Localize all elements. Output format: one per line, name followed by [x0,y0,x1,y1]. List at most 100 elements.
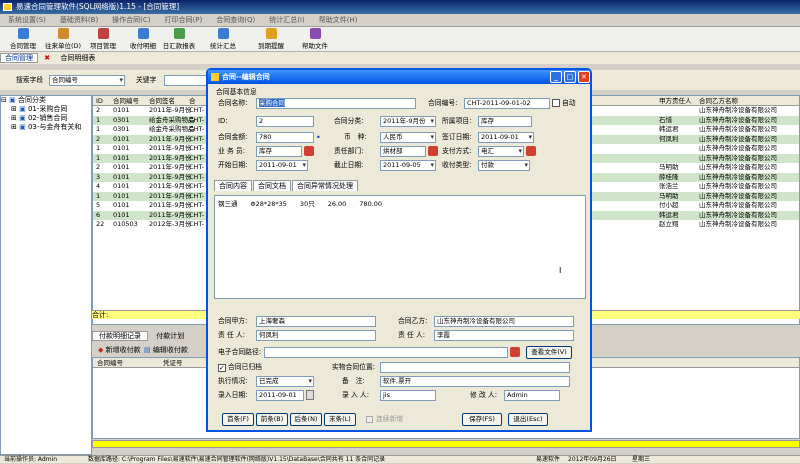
amount-input[interactable]: 780 [256,132,314,143]
dept-lookup-icon[interactable] [428,146,438,156]
project-value: 库存 [481,117,494,125]
last-record-button[interactable]: 末条(L) [324,413,356,426]
dialog-titlebar[interactable]: 合同--编辑合同 _ □ ✕ [208,70,590,84]
toolbar-label: 往来单位(D) [44,42,82,50]
project-input[interactable]: 库存 [478,116,532,127]
table-cell: 山东神舟制冷设备有限公司 [699,115,777,124]
view-file-button[interactable]: 查看文件(V) [526,346,572,359]
contract-content-memo[interactable]: 钢三通 Φ28*28*35 30只 26.00 780.00 Ⅰ [214,195,586,299]
note-input[interactable]: 软件,票开 [380,376,570,387]
currency-select[interactable]: 人民币 [380,132,436,143]
tree-root[interactable]: ⊟ ▣ 合同分类 [1,96,91,105]
minus-icon[interactable]: ⊟ [1,96,7,104]
menu-item[interactable]: 打印合同(P) [165,16,203,24]
add-payment-button[interactable]: ◆ 新增收付款 [98,345,141,355]
payment-lookup-icon[interactable] [526,146,536,156]
payment-method-select[interactable]: 电汇 [478,146,524,157]
table-cell: 山东神舟制冷设备有限公司 [699,201,777,209]
menu-item[interactable]: 基础资料(B) [60,16,98,24]
tab-contract-docs[interactable]: 合同文档 [253,180,291,191]
tab-payment-plan[interactable]: 付款计划 [150,332,190,340]
close-icon[interactable]: ✖ [40,54,54,62]
maximize-icon[interactable]: □ [564,71,576,83]
exec-status-select[interactable]: 已完成 [256,376,314,387]
menu-item[interactable]: 统计汇总(I) [269,16,305,24]
menu-item[interactable]: 系统设置(S) [8,16,46,24]
toolbar-button[interactable]: 统计汇总 [204,28,242,51]
continuous-add-checkbox[interactable] [366,416,373,423]
e-path-label: 电子合同路径: [218,348,262,356]
main-toolbar: 合同管理 往来单位(D) 项目管理 收付明细 日汇款报表 统计汇总 到期提醒 帮助文件 [0,27,800,52]
end-date-picker[interactable]: 2011-09-05 [380,160,436,171]
entry-date-input[interactable]: 2011-09-01 [256,390,304,401]
menu-item[interactable]: 合同查询(Q) [216,16,255,24]
toolbar-button[interactable]: 日汇款报表 [160,28,198,51]
owner-a-input[interactable]: 何凤利 [256,330,376,341]
col-contract-sign[interactable]: 合同签名 [149,96,175,106]
table-cell: 石惜 [659,115,672,124]
minimize-icon[interactable]: _ [550,71,562,83]
party-b-input[interactable]: 山东神舟制冷设备有限公司 [434,316,574,327]
entry-user-input[interactable]: jis [380,390,436,401]
col-party-a-owner[interactable]: 甲方责任人 [659,96,692,106]
receive-type-select[interactable]: 付款 [478,160,530,171]
party-a-input[interactable]: 上海奢森 [256,316,376,327]
keyword-input[interactable] [164,75,208,86]
edit-contract-dialog: 合同--编辑合同 _ □ ✕ 合同基本信息 合同名称: 采购合同 合同编号: C… [206,68,592,432]
col-more[interactable]: 合 [189,96,196,106]
toolbar-button[interactable]: 项目管理 [84,28,122,51]
toolbar-button[interactable]: 到期提醒 [252,28,290,51]
add-icon: ◆ [98,346,104,354]
menu-item[interactable]: 操作合同(C) [112,16,150,24]
start-date-picker[interactable]: 2011-09-01 [256,160,308,171]
staff-lookup-icon[interactable] [304,146,314,156]
tab-contract-exceptions[interactable]: 合同异常情况处理 [292,180,358,191]
category-select[interactable]: 2011年-9月份 [380,116,436,127]
tab-payment-records[interactable]: 付款明细记录 [92,331,148,341]
col-id[interactable]: ID [96,96,103,106]
tree-root-label: 合同分类 [17,96,46,104]
toolbar-button[interactable]: 帮助文件 [296,28,334,51]
tree-item[interactable]: ⊞ ▣ 01-采购合同 [1,105,91,114]
tab-contract-management[interactable]: 合同管理 [0,53,38,63]
edit-payment-button[interactable]: ▤ 编辑收付款 [144,345,188,355]
toolbar-button[interactable]: 合同管理 [4,28,42,51]
sign-date-picker[interactable]: 2011-09-01 [478,132,534,143]
id-input[interactable]: 2 [256,116,314,127]
tab-contract-detail[interactable]: 合同明细表 [56,54,99,62]
archived-checkbox[interactable]: ✓ [218,364,226,372]
table-cell: 马明助 [659,163,679,171]
first-record-button[interactable]: 首条(F) [222,413,254,426]
contract-no-input[interactable]: CHT-2011-09-01-02 [464,98,550,109]
calendar-icon[interactable] [306,390,314,400]
auto-checkbox[interactable] [552,99,560,107]
dept-input[interactable]: 烘材部 [380,146,426,157]
contract-name-input[interactable]: 采购合同 [256,98,416,109]
save-button[interactable]: 保存(FS) [462,413,502,426]
close-icon[interactable]: ✕ [578,71,590,83]
toolbar-button[interactable]: 往来单位(D) [44,28,82,51]
col-party-b-name[interactable]: 合同乙方名称 [699,96,738,106]
table-cell: 给金舟采购物品 [149,115,195,124]
tab-contract-content[interactable]: 合同内容 [214,180,252,191]
location-input[interactable] [380,362,570,373]
staff-input[interactable]: 库存 [256,146,302,157]
amount-value: 780 [259,133,272,141]
exit-button[interactable]: 退出(Esc) [508,413,548,426]
tree-item[interactable]: ⊞ ▣ 03-与金舟有关和 [1,123,91,132]
menu-item[interactable]: 帮助文件(H) [319,16,358,24]
e-path-input[interactable] [264,347,508,358]
owner-b-input[interactable]: 李霞 [434,330,574,341]
tree-item[interactable]: ⊞ ▣ 02-销售合同 [1,114,91,123]
toolbar-button[interactable]: 收付明细 [124,28,162,51]
browse-icon[interactable] [510,347,520,357]
prev-record-button[interactable]: 前条(B) [256,413,288,426]
folder-icon: ▣ [19,105,26,113]
col-contract-no[interactable]: 合同编号 [113,96,139,106]
search-field-select[interactable]: 合同编号 [49,75,125,86]
next-record-button[interactable]: 后条(N) [290,413,322,426]
col-voucher-no[interactable]: 凭证号 [163,358,183,368]
col-payment-contract-no[interactable]: 合同编号 [97,358,123,368]
modifier-input[interactable]: Admin [504,390,560,401]
table-cell: CHT- [189,220,205,228]
